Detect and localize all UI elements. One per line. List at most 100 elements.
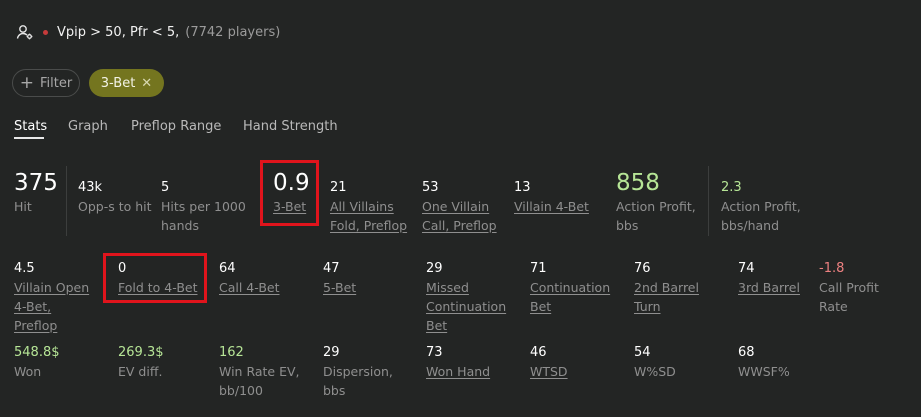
stat-link[interactable]: 4-Bet,	[14, 297, 89, 316]
stat-label: bbs	[323, 383, 346, 398]
stat-link[interactable]: Turn	[634, 297, 699, 316]
stat-won: 548.8$ Won	[14, 344, 60, 381]
stat-label: WWSF%	[738, 364, 790, 379]
stat-value: 548.8$	[14, 345, 60, 360]
stat-villain-4bet: 13 Villain 4-Bet	[514, 179, 589, 216]
stat-value: 74	[738, 261, 755, 276]
stat-one-villain-call: 53 One Villain Call, Preflop	[422, 179, 497, 235]
segment-title: Vpip > 50, Pfr < 5,	[57, 24, 180, 40]
stat-link[interactable]: One Villain	[422, 197, 497, 216]
stat-label: Win Rate EV,	[219, 364, 300, 379]
stat-wtsd: 46 WTSD	[530, 344, 568, 381]
stat-label: Opp-s to hit	[78, 199, 152, 214]
divider	[708, 166, 709, 236]
stat-wsd: 54 W%SD	[634, 344, 676, 381]
close-icon[interactable]: ✕	[141, 76, 152, 91]
stat-wwsf: 68 WWSF%	[738, 344, 790, 381]
stat-value: 858	[616, 170, 660, 196]
stat-link[interactable]: Continuation	[426, 297, 506, 316]
stat-link[interactable]: Villain Open	[14, 278, 89, 297]
stat-label: bbs/hand	[721, 218, 780, 233]
stat-value: 13	[514, 180, 531, 195]
plus-icon: +	[19, 72, 35, 93]
stat-value: 68	[738, 345, 755, 360]
player-count: (7742 players)	[185, 24, 281, 40]
stat-value: 162	[219, 345, 244, 360]
stat-value: -1.8	[819, 261, 845, 276]
highlight-box	[103, 253, 207, 303]
stat-dispersion: 29 Dispersion, bbs	[323, 344, 393, 400]
user-settings-icon[interactable]	[16, 23, 34, 41]
stat-link[interactable]: Preflop	[14, 316, 89, 335]
stat-ev-diff: 269.3$ EV diff.	[118, 344, 164, 381]
stat-value: 5	[161, 180, 170, 195]
active-tab-indicator	[14, 137, 44, 139]
stat-value: 21	[330, 180, 347, 195]
stat-label: Action Profit,	[721, 199, 801, 214]
stat-label: Action Profit,	[616, 199, 696, 214]
stat-label: bbs	[616, 218, 639, 233]
stat-label: Call Profit	[819, 280, 879, 295]
stat-value: 46	[530, 345, 547, 360]
status-dot-icon	[43, 29, 48, 35]
stat-label: Dispersion,	[323, 364, 393, 379]
stat-label: Hits per 1000	[161, 199, 246, 214]
stat-value: 76	[634, 261, 651, 276]
stat-label: bb/100	[219, 383, 263, 398]
highlight-box	[260, 160, 319, 226]
stat-value: 29	[426, 261, 443, 276]
stat-value: 375	[14, 170, 58, 196]
tab-hand-strength[interactable]: Hand Strength	[243, 119, 338, 134]
tab-preflop-range[interactable]: Preflop Range	[131, 119, 221, 134]
stat-link[interactable]: Villain 4-Bet	[514, 197, 589, 216]
stat-link[interactable]: 3rd Barrel	[738, 278, 800, 297]
stat-all-villains-fold: 21 All Villains Fold, Preflop	[330, 179, 407, 235]
stat-link[interactable]: Call, Preflop	[422, 216, 497, 235]
stat-label: W%SD	[634, 364, 676, 379]
stat-link[interactable]: Bet	[530, 297, 610, 316]
stat-link[interactable]: Bet	[426, 316, 506, 335]
stat-value: 71	[530, 261, 547, 276]
stat-link[interactable]: Missed	[426, 278, 506, 297]
stat-cbet: 71 Continuation Bet	[530, 260, 610, 316]
stat-label: Won	[14, 364, 42, 379]
stat-win-rate-ev: 162 Win Rate EV, bb/100	[219, 344, 300, 400]
stat-opps-to-hit: 43k Opp-s to hit	[78, 179, 152, 216]
stat-link[interactable]: Won Hand	[426, 362, 490, 381]
stat-value: 64	[219, 261, 236, 276]
stat-hit: 375 Hit	[14, 169, 58, 216]
stat-call-profit-rate: -1.8 Call Profit Rate	[819, 260, 879, 316]
stat-link[interactable]: WTSD	[530, 362, 568, 381]
stat-value: 54	[634, 345, 651, 360]
stat-hits-per-1000: 5 Hits per 1000 hands	[161, 179, 246, 235]
stat-2nd-barrel: 76 2nd Barrel Turn	[634, 260, 699, 316]
stat-value: 47	[323, 261, 340, 276]
tab-stats[interactable]: Stats	[14, 119, 47, 134]
stat-action-profit: 858 Action Profit, bbs	[616, 169, 696, 235]
stat-link[interactable]: 5-Bet	[323, 278, 356, 297]
stat-link[interactable]: Continuation	[530, 278, 610, 297]
stat-label: Rate	[819, 299, 848, 314]
stat-action-profit-per-hand: 2.3 Action Profit, bbs/hand	[721, 179, 801, 235]
add-filter-label: Filter	[40, 75, 73, 91]
stat-link[interactable]: All Villains	[330, 197, 407, 216]
tab-graph[interactable]: Graph	[68, 119, 108, 134]
stat-won-hand: 73 Won Hand	[426, 344, 490, 381]
stat-link[interactable]: Fold, Preflop	[330, 216, 407, 235]
stat-label: hands	[161, 218, 199, 233]
stat-value: 53	[422, 180, 439, 195]
stat-value: 4.5	[14, 261, 35, 276]
stat-label: Hit	[14, 199, 32, 214]
stat-link[interactable]: Call 4-Bet	[219, 278, 280, 297]
stat-value: 29	[323, 345, 340, 360]
filter-chip-3bet[interactable]: 3-Bet ✕	[89, 69, 164, 97]
divider	[66, 166, 67, 236]
stat-link[interactable]: 2nd Barrel	[634, 278, 699, 297]
stat-value: 2.3	[721, 180, 742, 195]
add-filter-button[interactable]: + Filter	[12, 69, 80, 97]
stat-value: 269.3$	[118, 345, 164, 360]
stat-missed-cbet: 29 Missed Continuation Bet	[426, 260, 506, 335]
stat-call-4bet: 64 Call 4-Bet	[219, 260, 280, 297]
stat-value: 43k	[78, 180, 103, 195]
stat-value: 73	[426, 345, 443, 360]
